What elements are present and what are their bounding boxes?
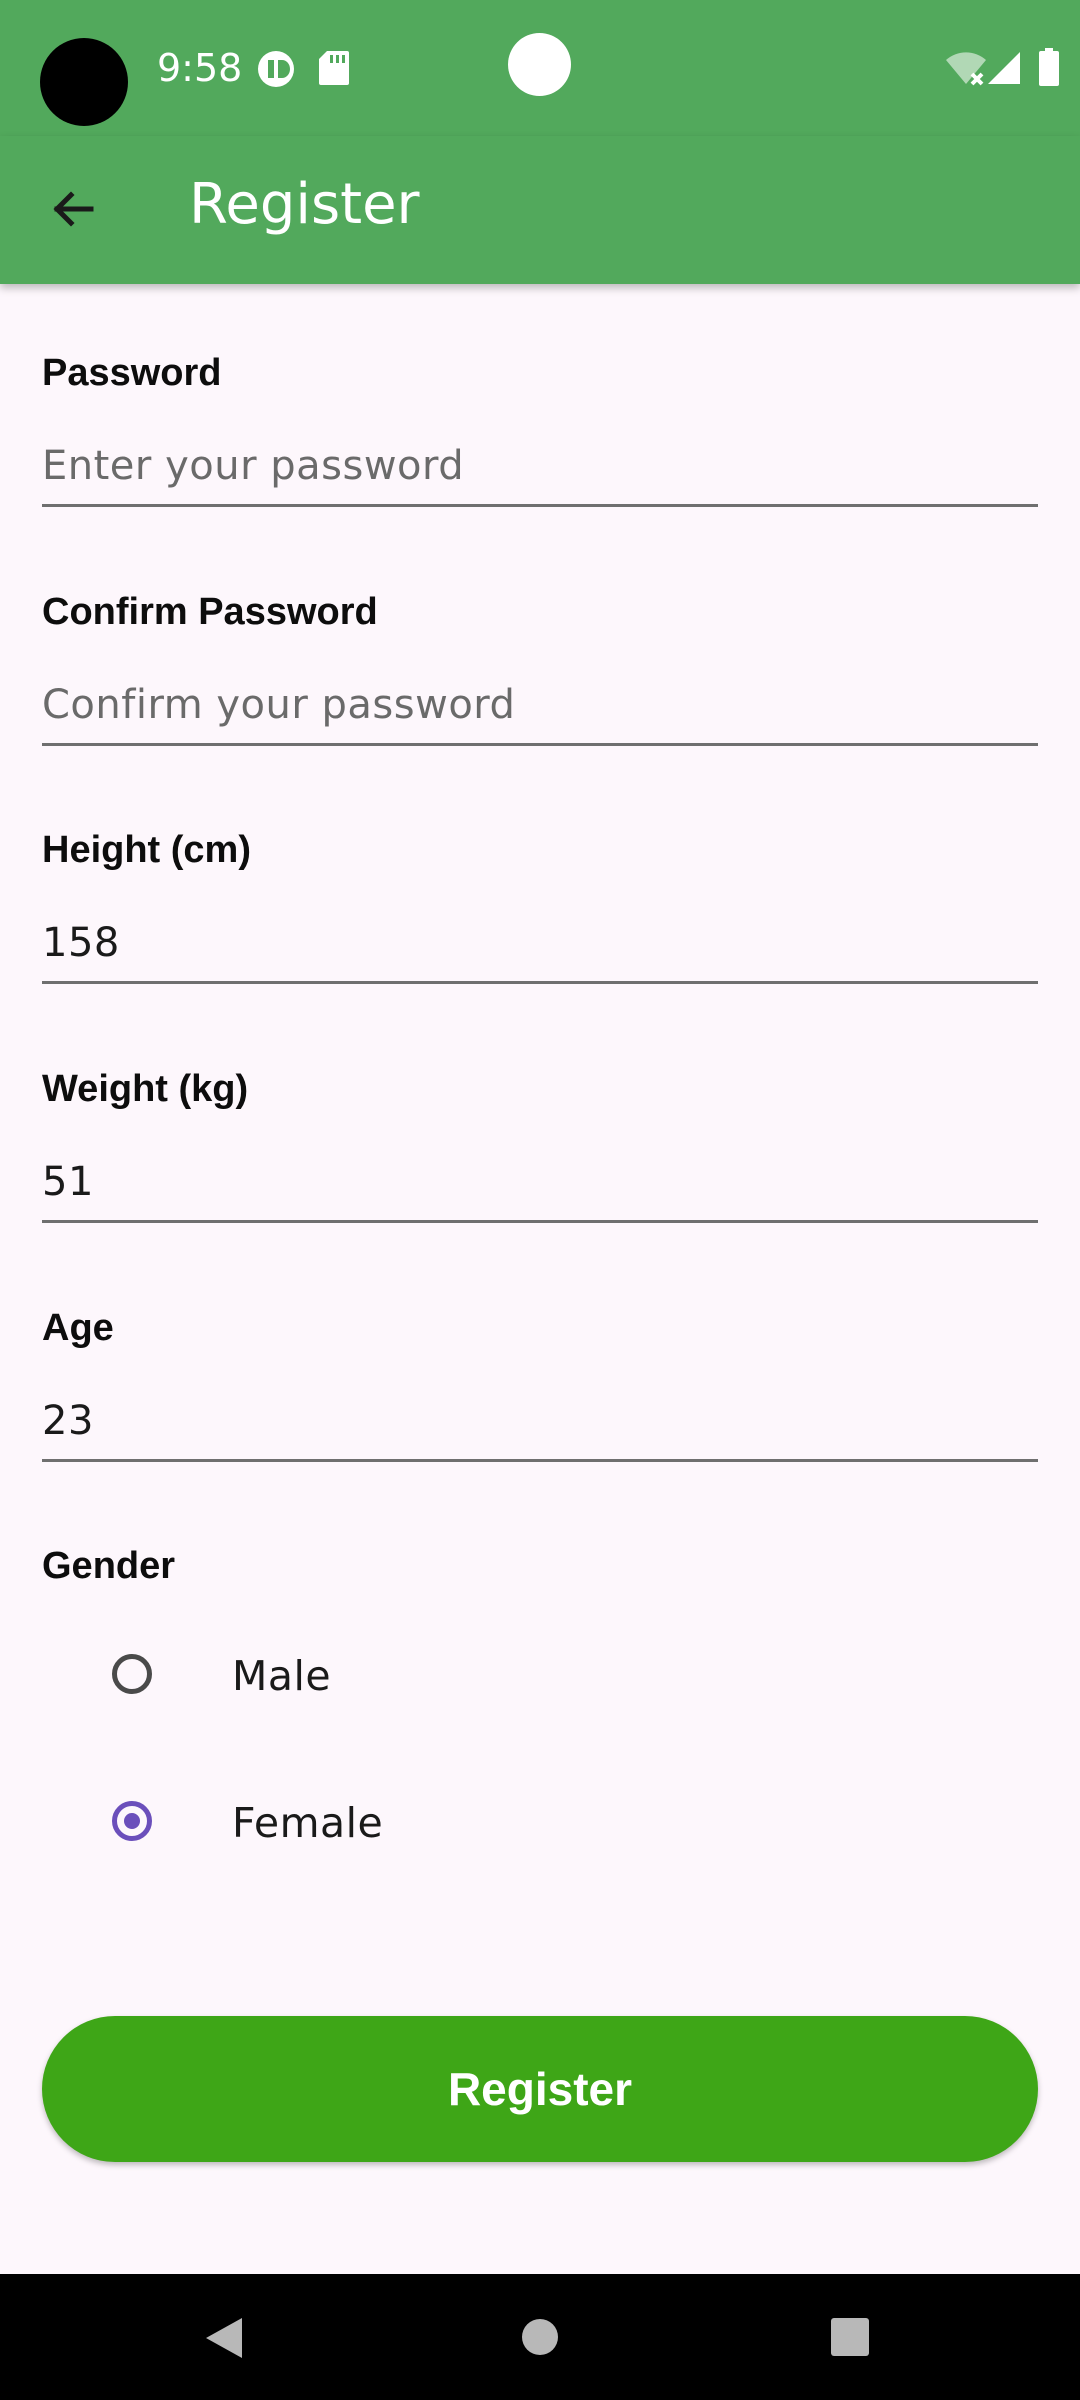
- weight-input[interactable]: [42, 1144, 1038, 1223]
- password-field: Password: [42, 352, 1038, 537]
- recents-square-icon: [830, 2317, 870, 2362]
- age-label: Age: [42, 1307, 114, 1349]
- wifi-off-icon: [944, 50, 988, 91]
- age-input[interactable]: [42, 1383, 1038, 1462]
- confirm-password-input[interactable]: [42, 667, 1038, 746]
- height-input[interactable]: [42, 905, 1038, 984]
- arrow-back-icon: [49, 185, 97, 238]
- back-triangle-icon: [204, 2316, 244, 2365]
- status-dot: [508, 33, 571, 96]
- gender-label: Gender: [42, 1545, 176, 1587]
- back-button[interactable]: [30, 168, 116, 254]
- female-label: Female: [232, 1799, 384, 1847]
- height-label: Height (cm): [42, 829, 251, 871]
- password-input[interactable]: [42, 428, 1038, 507]
- navigation-bar: [0, 2274, 1080, 2400]
- height-field: Height (cm): [42, 829, 1038, 1014]
- camera-cutout: [40, 38, 128, 126]
- register-button[interactable]: Register: [42, 2016, 1038, 2162]
- radio-male[interactable]: [112, 1654, 152, 1694]
- nav-recents-button[interactable]: [782, 2274, 922, 2400]
- age-field: Age: [42, 1307, 1038, 1492]
- signal-icon: [986, 50, 1022, 91]
- radio-female[interactable]: [112, 1801, 152, 1841]
- sd-card-icon: [318, 50, 350, 91]
- home-circle-icon: [521, 2318, 559, 2361]
- radio-selected-dot: [124, 1813, 140, 1829]
- gender-option-male[interactable]: Male: [100, 1626, 700, 1726]
- password-label: Password: [42, 352, 222, 394]
- page-title: Register: [189, 172, 420, 237]
- app-bar: Register: [0, 136, 1080, 284]
- confirm-password-label: Confirm Password: [42, 591, 378, 633]
- male-label: Male: [232, 1652, 332, 1700]
- nav-back-button[interactable]: [156, 2274, 296, 2400]
- gender-option-female[interactable]: Female: [100, 1773, 700, 1873]
- battery-icon: [1038, 48, 1060, 91]
- nav-home-button[interactable]: [470, 2274, 610, 2400]
- vpn-icon: [256, 49, 296, 94]
- status-time: 9:58: [157, 46, 243, 90]
- confirm-password-field: Confirm Password: [42, 591, 1038, 776]
- weight-field: Weight (kg): [42, 1068, 1038, 1253]
- weight-label: Weight (kg): [42, 1068, 249, 1110]
- status-bar: 9:58: [0, 0, 1080, 136]
